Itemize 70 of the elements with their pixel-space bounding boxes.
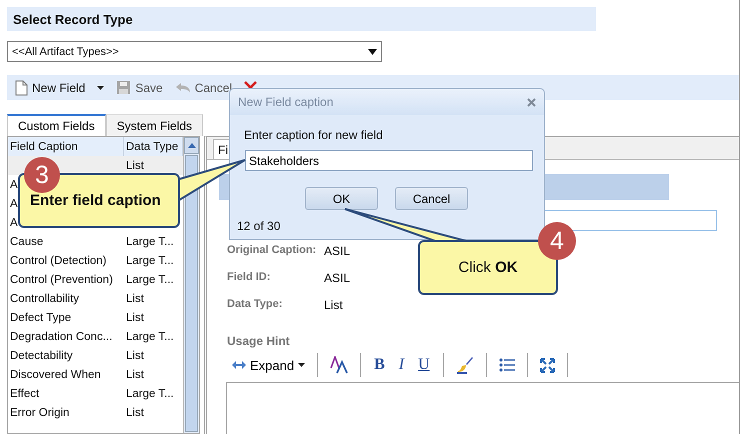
close-icon [527, 98, 536, 106]
usage-hint-label: Usage Hint [227, 334, 291, 348]
expand-button[interactable]: Expand [226, 358, 312, 372]
format-button[interactable]: B [367, 356, 392, 374]
table-cell: Controllability [10, 292, 80, 304]
table-cell: A [10, 216, 18, 228]
table-cell: Large T... [126, 254, 174, 266]
table-row[interactable]: Detectability List [8, 346, 183, 365]
scrollbar[interactable] [183, 137, 199, 433]
property-label: Data Type: [227, 298, 282, 312]
table-row[interactable]: Degradation Conc... Large T... [8, 327, 183, 346]
tab[interactable]: System Fields [106, 114, 204, 136]
dialog-title: New Field caption [238, 95, 334, 109]
table-row[interactable]: Effect Large T... [8, 384, 183, 403]
undo-arrow-icon [174, 82, 191, 94]
dialog-button[interactable]: OK [305, 187, 378, 210]
table-cell: Control (Prevention) [10, 274, 113, 286]
table-cell: Large T... [126, 274, 174, 286]
fullscreen-icon [540, 358, 555, 372]
caption-input[interactable]: Stakeholders [245, 150, 533, 171]
format-button[interactable]: I [392, 356, 412, 374]
table-cell: Effect [10, 388, 40, 400]
property-value: ASIL [324, 271, 350, 285]
bullet-list-icon [498, 358, 515, 372]
table-cell: Defect Type [10, 312, 72, 324]
toolbar-button[interactable]: New Field [15, 80, 104, 96]
section-title: Select Record Type [7, 7, 596, 31]
property-label: Field ID: [227, 271, 270, 285]
table-cell: List [126, 312, 144, 324]
table-cell: List [126, 292, 144, 304]
table-cell: Degradation Conc... [10, 330, 112, 342]
table-cell: List [126, 368, 144, 380]
format-button[interactable]: U [411, 356, 437, 374]
table-cell: A [10, 178, 18, 190]
scroll-up-icon [188, 143, 196, 148]
dialog-button[interactable]: Cancel [395, 187, 468, 210]
property-value: List [324, 298, 343, 312]
table-cell: List [126, 160, 144, 172]
table-cell: Large T... [126, 236, 174, 248]
table-cell: Control (Detection) [10, 254, 107, 266]
tab[interactable]: Custom Fields [7, 114, 106, 136]
table-cell: List [126, 350, 144, 362]
property-value: ASIL [324, 244, 350, 258]
table-row[interactable]: Cause Large T... [8, 232, 183, 251]
counter-text: 12 of 30 [237, 219, 282, 233]
table-cell: Large T... [126, 388, 174, 400]
table-cell: Detectability [10, 350, 73, 362]
table-row[interactable]: Defect Type List [8, 308, 183, 327]
table-cell: Cause [10, 236, 44, 248]
table-row[interactable]: Control (Detection) Large T... [8, 251, 183, 270]
property-label: Original Caption: [227, 244, 316, 258]
table-cell: List [126, 406, 144, 418]
paintbrush-icon [456, 356, 474, 374]
table-row[interactable]: Controllability List [8, 289, 183, 308]
table-row[interactable]: Discovered When List [8, 365, 183, 384]
table-cell: Error Origin [10, 406, 70, 418]
font-style-icon [330, 356, 348, 374]
double-arrow-icon [232, 361, 246, 369]
column-header[interactable]: Data Type [124, 137, 183, 156]
table-row[interactable]: Error Origin List [8, 403, 183, 422]
table-row[interactable]: Control (Prevention) Large T... [8, 270, 183, 289]
table-cell: Discovered When [10, 368, 101, 380]
caret-icon [298, 363, 306, 367]
document-icon [15, 80, 28, 96]
close-button[interactable] [527, 98, 536, 106]
dropdown-caret-icon [368, 48, 377, 54]
dialog-prompt: Enter caption for new field [244, 128, 384, 142]
table-cell: Large T... [126, 330, 174, 342]
record-type-dropdown[interactable]: <<All Artifact Types>> [7, 41, 382, 62]
column-header[interactable]: Field Caption [8, 137, 124, 156]
